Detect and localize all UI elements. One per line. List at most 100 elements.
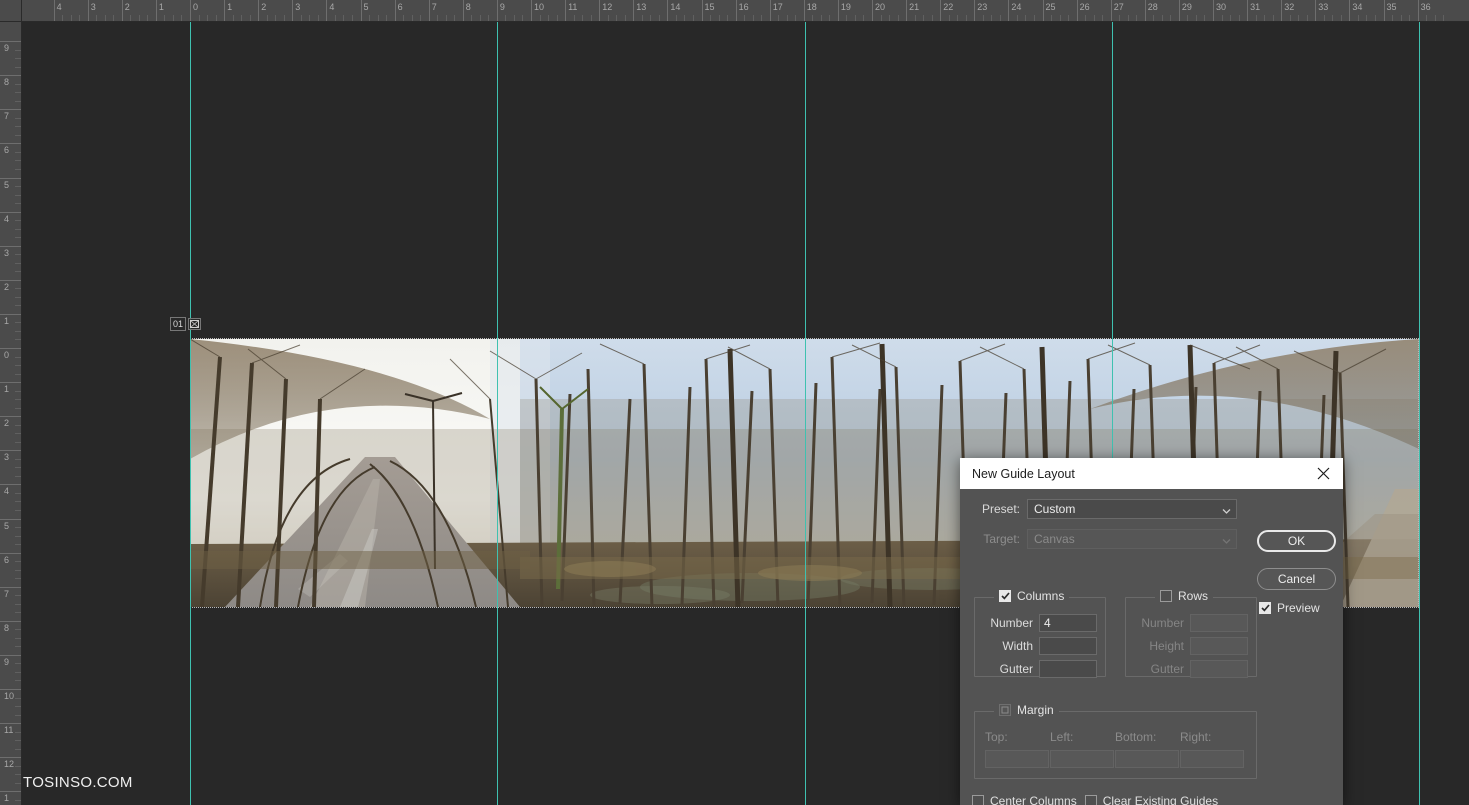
ruler-minor-tick (343, 15, 345, 21)
center-columns-label: Center Columns (990, 794, 1077, 805)
preview-option[interactable]: Preview (1259, 601, 1320, 615)
ruler-label: 8 (4, 77, 10, 88)
ruler-minor-tick (1068, 15, 1070, 21)
ruler-label: 31 (1250, 2, 1261, 12)
chevron-down-icon (1222, 505, 1231, 514)
ok-button[interactable]: OK (1257, 530, 1336, 552)
ruler-minor-tick (1264, 15, 1266, 21)
ruler-minor-tick (658, 15, 660, 21)
ruler-minor-tick (1221, 15, 1223, 21)
ruler-minor-tick (317, 15, 319, 21)
ruler-minor-tick (15, 748, 21, 750)
target-select: Canvas (1027, 529, 1237, 549)
ruler-label: 6 (4, 145, 10, 156)
ruler-minor-tick (1374, 15, 1376, 21)
ruler-minor-tick (863, 15, 865, 21)
ruler-label: 2 (4, 418, 10, 429)
ruler-minor-tick (15, 126, 21, 128)
ruler-minor-tick (15, 305, 21, 307)
ruler-tick (0, 143, 21, 145)
ruler-minor-tick (15, 663, 21, 665)
ruler-minor-tick (1016, 15, 1018, 21)
rows-group: Rows Number Height Gutter (1125, 589, 1257, 678)
ruler-minor-tick (880, 15, 882, 21)
ruler-label: 18 (806, 2, 817, 12)
ruler-label: 13 (636, 2, 647, 12)
clear-existing-guides-option[interactable]: Clear Existing Guides (1084, 794, 1218, 805)
ruler-label: 10 (4, 691, 15, 701)
preset-row: Preset: Custom (974, 499, 1329, 519)
ruler-minor-tick (249, 15, 251, 21)
ruler-minor-tick (62, 15, 64, 21)
ruler-minor-tick (513, 15, 515, 21)
margin-label: Margin (1017, 703, 1054, 717)
margin-left-input (1050, 750, 1114, 768)
watermark: TOSINSO.COM (23, 774, 133, 791)
cancel-button[interactable]: Cancel (1257, 568, 1336, 590)
ruler-minor-tick (420, 15, 422, 21)
ruler-tick (0, 177, 21, 179)
ruler-minor-tick (15, 399, 21, 401)
rows-checkbox[interactable] (1160, 590, 1172, 602)
ruler-minor-tick (812, 15, 814, 21)
columns-gutter-input[interactable] (1039, 660, 1097, 678)
ruler-minor-tick (15, 271, 21, 273)
ruler-minor-tick (79, 15, 81, 21)
ruler-minor-tick (1434, 15, 1436, 21)
close-icon[interactable] (1313, 464, 1333, 484)
ruler-label: 36 (1420, 2, 1431, 12)
columns-number-input[interactable]: 4 (1039, 614, 1097, 632)
ruler-label: 20 (875, 2, 886, 12)
ruler-label: 17 (772, 2, 783, 12)
ruler-minor-tick (1392, 15, 1394, 21)
dialog-title-bar[interactable]: New Guide Layout (960, 458, 1343, 489)
ruler-label: 3 (90, 2, 96, 12)
image-thumbnail-icon (188, 318, 202, 330)
ruler-minor-tick (403, 15, 405, 21)
ruler-minor-tick (778, 15, 780, 21)
ruler-minor-tick (1093, 15, 1095, 21)
ruler-label: 11 (568, 2, 578, 12)
columns-checkbox[interactable] (999, 590, 1011, 602)
ruler-label: 22 (943, 2, 954, 12)
columns-width-row: Width (979, 637, 1097, 655)
ruler-minor-tick (1153, 15, 1155, 21)
ruler-minor-tick (411, 15, 413, 21)
ruler-minor-tick (437, 15, 439, 21)
ruler-minor-tick (15, 458, 21, 460)
ruler-corner[interactable] (0, 0, 22, 22)
preset-select[interactable]: Custom (1027, 499, 1237, 519)
ruler-minor-tick (15, 168, 21, 170)
ruler-minor-tick (232, 15, 234, 21)
preview-checkbox[interactable] (1259, 602, 1271, 614)
ruler-minor-tick (1366, 15, 1368, 21)
ruler-minor-tick (15, 296, 21, 298)
clear-existing-guides-checkbox[interactable] (1084, 795, 1097, 805)
columns-group: Columns Number 4 Width Gutter (974, 589, 1106, 678)
ruler-minor-tick (786, 15, 788, 21)
dialog-title: New Guide Layout (972, 466, 1075, 481)
ruler-minor-tick (548, 15, 550, 21)
horizontal-ruler[interactable]: 4 3 2 1 0 1 2 3 4 5 6 7 8 9 10 11 12 13 14 15 16 17 18 19 20 21 22… (22, 0, 1469, 22)
ruler-tick (0, 416, 21, 418)
ruler-minor-tick (15, 544, 21, 546)
ruler-minor-tick (15, 774, 21, 776)
guide-line[interactable] (1419, 22, 1420, 805)
ruler-minor-tick (15, 390, 21, 392)
ruler-minor-tick (15, 83, 21, 85)
ruler-minor-tick (15, 373, 21, 375)
center-columns-option[interactable]: Center Columns (972, 794, 1077, 805)
margin-checkbox[interactable] (999, 704, 1011, 716)
ruler-minor-tick (1127, 15, 1129, 21)
rows-height-input (1190, 637, 1248, 655)
ruler-tick (0, 245, 21, 247)
ruler-minor-tick (1238, 15, 1240, 21)
ruler-minor-tick (15, 356, 21, 358)
ruler-minor-tick (616, 15, 618, 21)
columns-width-input[interactable] (1039, 637, 1097, 655)
ruler-minor-tick (1136, 15, 1138, 21)
margin-top-input (985, 750, 1049, 768)
center-columns-checkbox[interactable] (972, 795, 984, 805)
vertical-ruler[interactable]: 9 8 7 6 5 4 3 2 1 0 1 2 3 4 5 6 7 8 9 10 11 12 1 (0, 22, 22, 805)
ruler-label: 8 (465, 2, 471, 12)
